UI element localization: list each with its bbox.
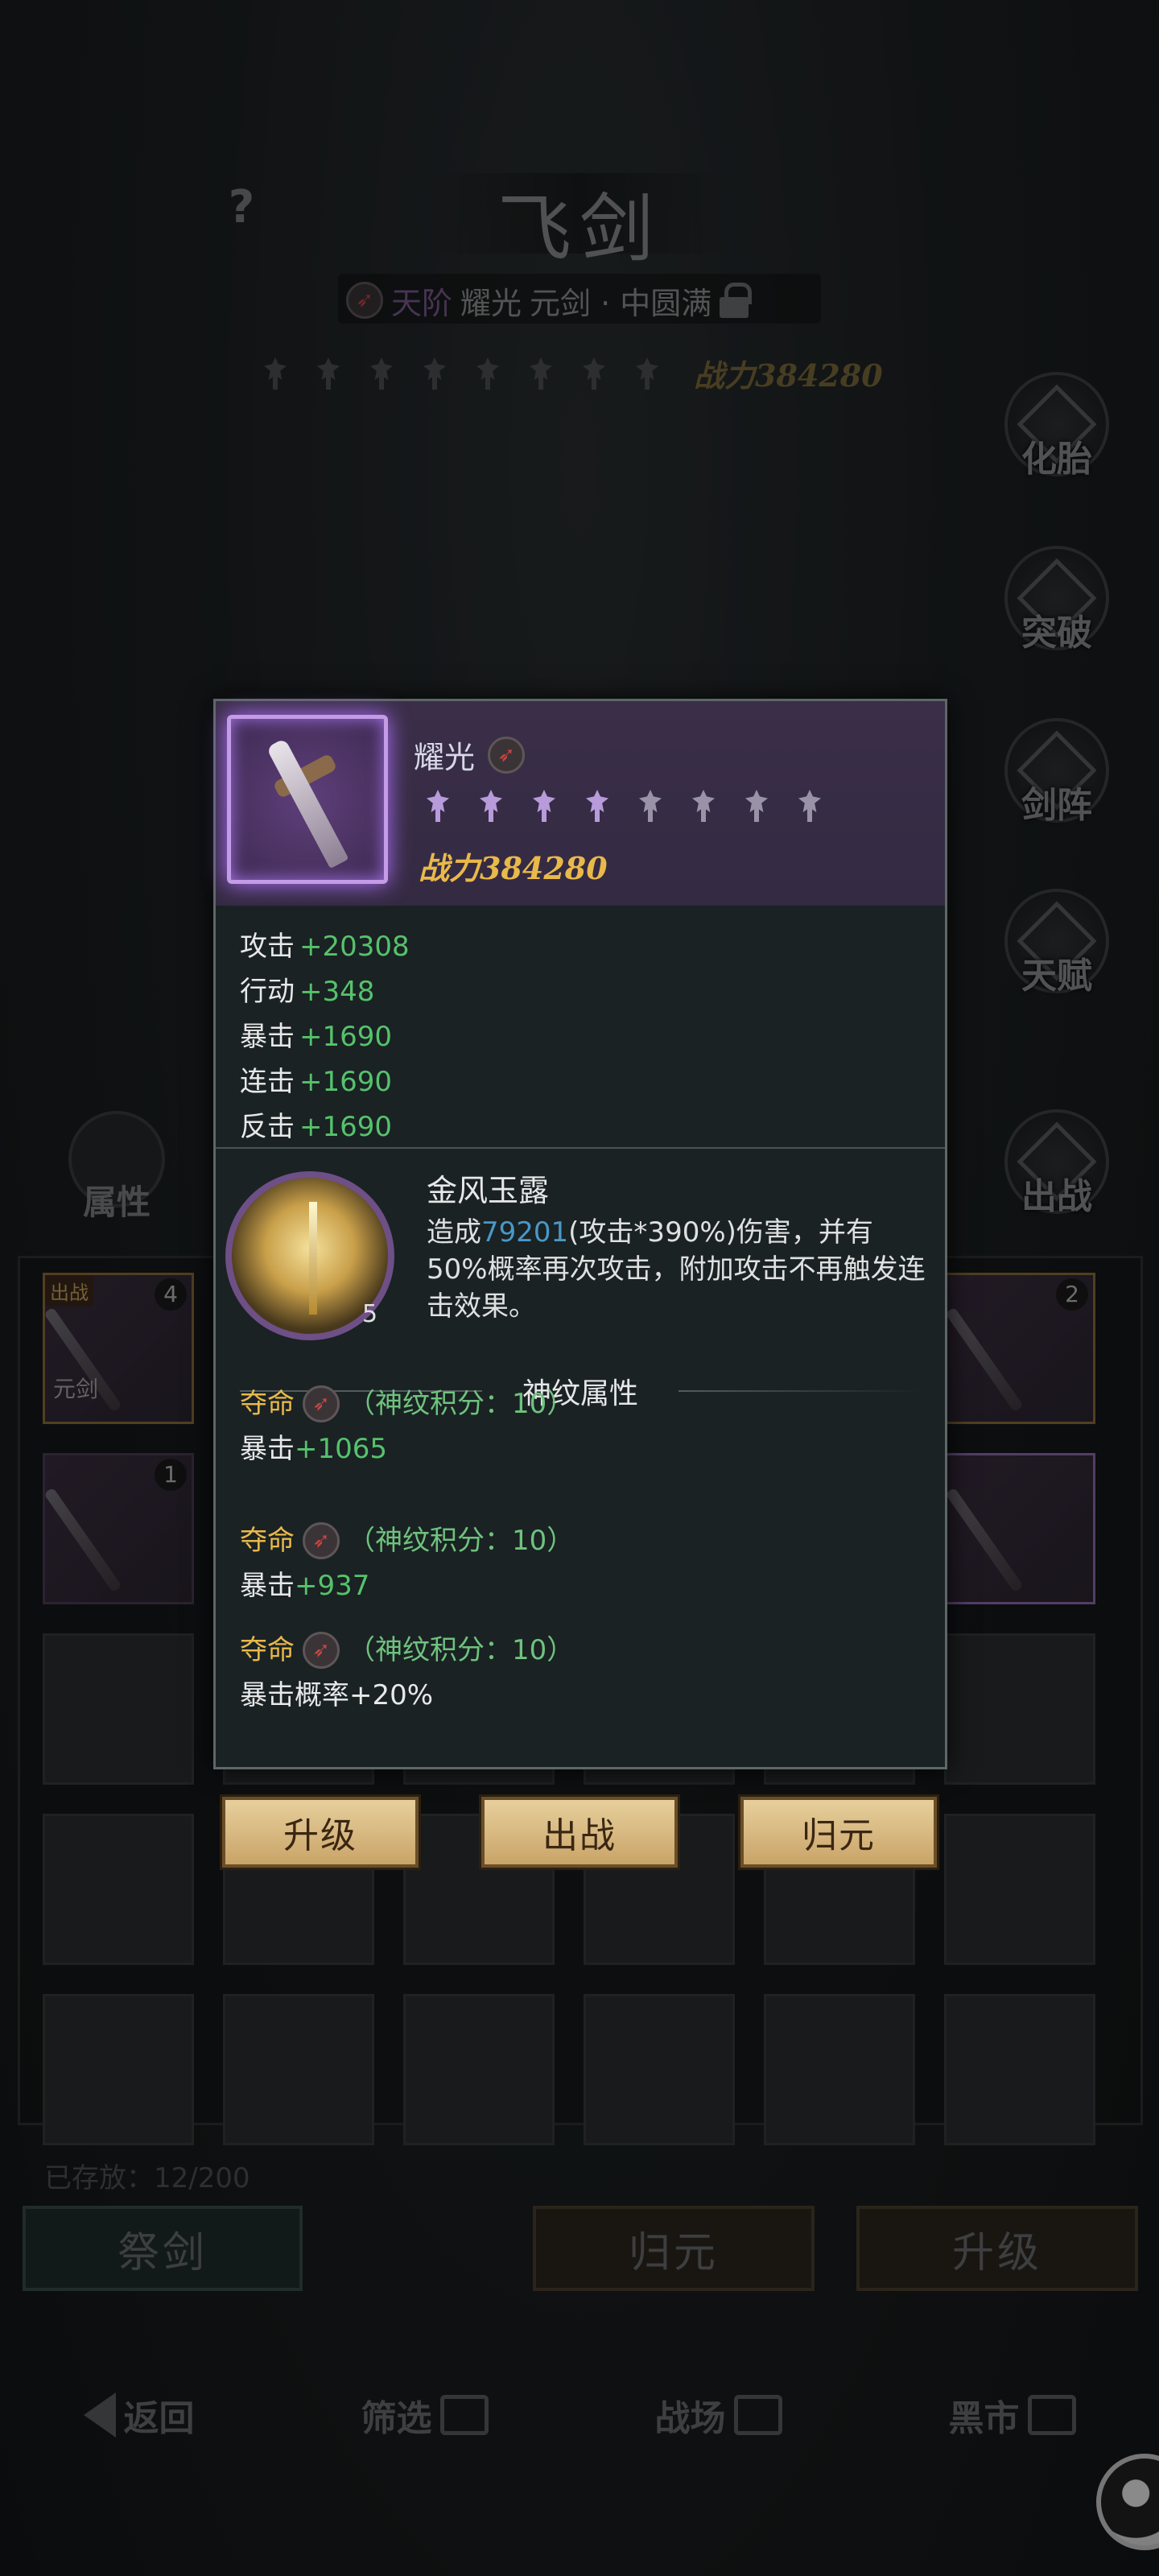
skill-description: 造成79201(攻击*390%)伤害，并有50%概率再次攻击，附加攻击不再触发连… [427, 1214, 934, 1325]
rune-fate: 夺命 [240, 1525, 295, 1557]
stat-label: 反击 [240, 1111, 295, 1143]
sword-item-icon [227, 715, 388, 884]
fate-icon: ➶ [303, 1385, 340, 1422]
rune-stat-value: +20% [349, 1679, 434, 1711]
popup-upgrade-button[interactable]: 升级 [222, 1797, 419, 1868]
star-icon [737, 785, 776, 824]
rune-stat-label: 暴击概率 [240, 1679, 349, 1711]
rune-entry: 夺命 ➶ （神纹积分：10） 暴击+1065 [240, 1381, 574, 1472]
skill-name: 金风玉露 [427, 1173, 550, 1208]
stat-row: 攻击 +20308 [240, 924, 410, 969]
star-icon [525, 785, 563, 824]
skill-damage-number: 79201 [481, 1216, 569, 1249]
stat-label: 攻击 [240, 931, 295, 963]
fate-icon: ➶ [303, 1522, 340, 1559]
power-label: 战力 [419, 850, 481, 886]
rune-points: （神纹积分：10） [348, 1634, 575, 1666]
rune-entry: 夺命 ➶ （神纹积分：10） 暴击+937 [240, 1518, 574, 1608]
star-icon [472, 785, 510, 824]
fate-icon: ➶ [303, 1632, 340, 1669]
popup-deploy-button[interactable]: 出战 [481, 1797, 678, 1868]
stat-value: +1690 [299, 1066, 393, 1098]
rune-stat-label: 暴击 [240, 1433, 295, 1465]
skill-level: 5 [362, 1300, 378, 1328]
rune-stat-value: +1065 [295, 1433, 388, 1465]
stat-label: 连击 [240, 1066, 295, 1098]
stat-label: 暴击 [240, 1021, 295, 1053]
popup-sword-name: 耀光 ➶ [414, 733, 526, 777]
fate-icon: ➶ [488, 736, 526, 774]
popup-star-row [419, 785, 829, 824]
divider [678, 1390, 922, 1392]
stat-value: +1690 [299, 1021, 393, 1053]
popup-power: 战力384280 [419, 844, 608, 888]
rune-points: （神纹积分：10） [348, 1525, 575, 1557]
star-icon [631, 785, 670, 824]
star-icon [684, 785, 723, 824]
stat-label: 行动 [240, 976, 295, 1008]
stat-row: 暴击 +1690 [240, 1014, 410, 1059]
stat-row: 连击 +1690 [240, 1059, 410, 1104]
rune-points: （神纹积分：10） [348, 1388, 575, 1420]
rune-fate: 夺命 [240, 1634, 295, 1666]
divider [216, 1147, 945, 1149]
stat-value: +20308 [299, 931, 410, 963]
popup-recycle-button[interactable]: 归元 [740, 1797, 937, 1868]
popup-name-text: 耀光 [414, 740, 476, 775]
rune-stat-label: 暴击 [240, 1570, 295, 1602]
rune-entry: 夺命 ➶ （神纹积分：10） 暴击概率+20% [240, 1628, 574, 1718]
rune-stat-value: +937 [295, 1570, 370, 1602]
star-icon [419, 785, 457, 824]
power-value: 384280 [480, 850, 608, 886]
stat-row: 反击 +1690 [240, 1104, 410, 1150]
stat-value: +348 [299, 976, 375, 1008]
stats-list: 攻击 +20308 行动 +348 暴击 +1690 连击 +1690 反击 +1690 [240, 924, 410, 1150]
stat-value: +1690 [299, 1111, 393, 1143]
star-icon [578, 785, 617, 824]
star-icon [790, 785, 829, 824]
stat-row: 行动 +348 [240, 969, 410, 1014]
rune-fate: 夺命 [240, 1388, 295, 1420]
skill-desc-prefix: 造成 [427, 1216, 481, 1249]
